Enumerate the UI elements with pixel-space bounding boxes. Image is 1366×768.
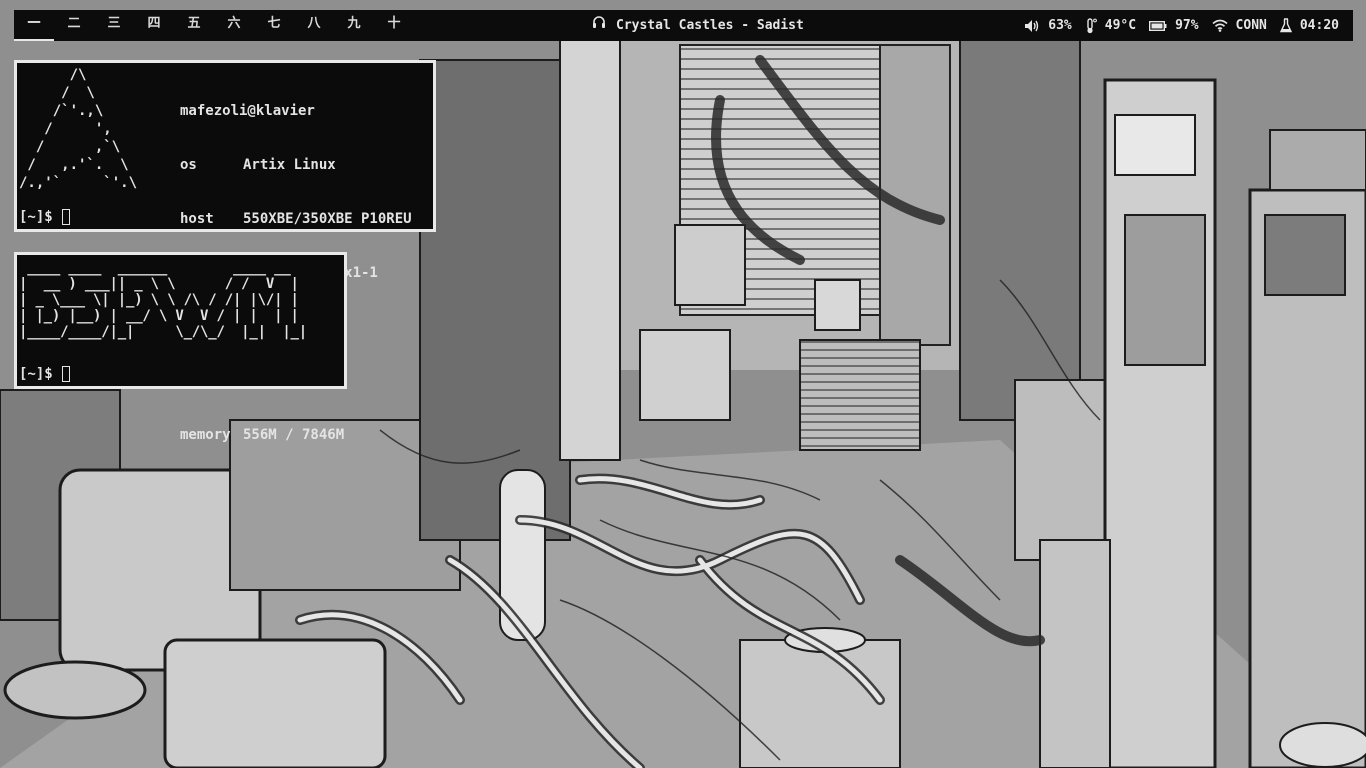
info-row-os: os Artix Linux [180,156,412,174]
artix-ascii-logo: /\ / \ /`'.,\ / ', / ,`\ / ,.'`. \ /.,'`… [19,67,138,191]
workspace-2[interactable]: 二 [54,10,94,41]
workspace-3[interactable]: 三 [94,10,134,41]
speaker-icon [1024,19,1040,33]
info-value: 550XBE/350XBE P10REU [243,211,412,227]
info-row-memory: memory 556M / 7846M [180,426,412,444]
battery-module: 97% [1149,10,1199,41]
temperature-value: 49°C [1104,18,1137,33]
battery-value: 97% [1175,18,1199,33]
thermometer-icon [1085,17,1097,34]
bspwm-ascii-logo: ____ ____ ______ ____ __ | __ ) ___|| _ … [19,260,308,340]
workspace-8[interactable]: 八 [294,10,334,41]
workspace-7[interactable]: 七 [254,10,294,41]
headphones-icon [592,12,606,39]
now-playing-module[interactable]: Crystal Castles - Sadist [592,10,804,41]
network-module[interactable]: CONN [1212,10,1267,41]
workspace-9[interactable]: 九 [334,10,374,41]
now-playing-text: Crystal Castles - Sadist [616,18,804,33]
status-modules: 63% 49°C 97% CONN 04:20 [1024,10,1339,41]
workspace-4[interactable]: 四 [134,10,174,41]
volume-value: 63% [1048,18,1072,33]
top-bar: 一 二 三 四 五 六 七 八 九 十 Crystal Castles - Sa… [14,10,1353,41]
clock-module[interactable]: 04:20 [1279,10,1339,41]
prompt-text: [~]$ [19,366,53,382]
info-key: os [180,157,197,173]
info-value: Artix Linux [243,157,336,173]
prompt-text: [~]$ [19,209,53,225]
text-cursor [61,209,70,225]
volume-module[interactable]: 63% [1024,10,1072,41]
shell-prompt[interactable]: [~]$ [19,365,70,383]
battery-icon [1149,20,1167,31]
network-value: CONN [1235,18,1267,33]
info-key: host [180,211,214,227]
workspace-1[interactable]: 一 [14,10,54,41]
wifi-icon [1212,19,1228,32]
workspace-list: 一 二 三 四 五 六 七 八 九 十 [14,10,414,41]
workspace-6[interactable]: 六 [214,10,254,41]
info-key: memory [180,427,231,443]
terminal-window-bspwm[interactable]: ____ ____ ______ ____ __ | __ ) ___|| _ … [14,252,347,389]
flask-icon [1279,18,1292,33]
info-row-host: host 550XBE/350XBE P10REU [180,210,412,228]
shell-prompt[interactable]: [~]$ [19,208,70,226]
user-host: mafezoli@klavier [180,103,315,119]
terminal-window-fetch[interactable]: /\ / \ /`'.,\ / ', / ,`\ / ,.'`. \ /.,'`… [14,60,436,443]
info-value: 556M / 7846M [243,427,345,443]
clock-value: 04:20 [1299,18,1339,33]
temperature-module: 49°C [1085,10,1136,41]
workspace-10[interactable]: 十 [374,10,414,41]
workspace-5[interactable]: 五 [174,10,214,41]
text-cursor [61,366,70,382]
